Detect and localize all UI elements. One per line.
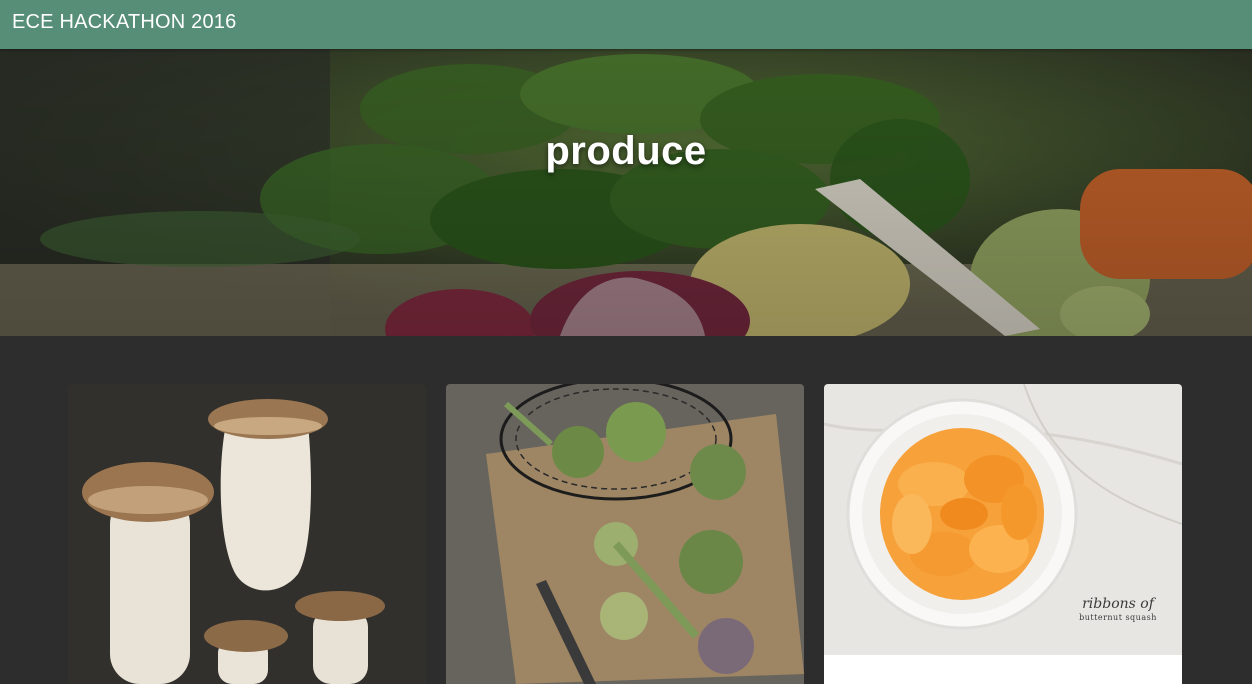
- caption-line-2: butternut squash: [1079, 613, 1157, 622]
- produce-card-artichokes[interactable]: [446, 384, 804, 684]
- top-navbar: ECE HACKATHON 2016: [0, 0, 1252, 49]
- mushroom-image: [68, 384, 426, 684]
- hero-image: [0, 49, 1252, 336]
- artichoke-image: [446, 384, 804, 684]
- brand-link[interactable]: ECE HACKATHON 2016: [12, 11, 236, 34]
- hero-banner: produce: [0, 49, 1252, 336]
- butternut-squash-image: [824, 384, 1182, 684]
- produce-grid: ribbons of butternut squash: [68, 384, 1182, 684]
- page-title: produce: [545, 129, 707, 173]
- produce-card-butternut-squash[interactable]: ribbons of butternut squash: [824, 384, 1182, 684]
- card-footer: [824, 655, 1182, 684]
- image-caption-text: ribbons of butternut squash: [1068, 596, 1168, 623]
- produce-card-mushrooms[interactable]: [68, 384, 426, 684]
- caption-line-1: ribbons of: [1082, 596, 1154, 612]
